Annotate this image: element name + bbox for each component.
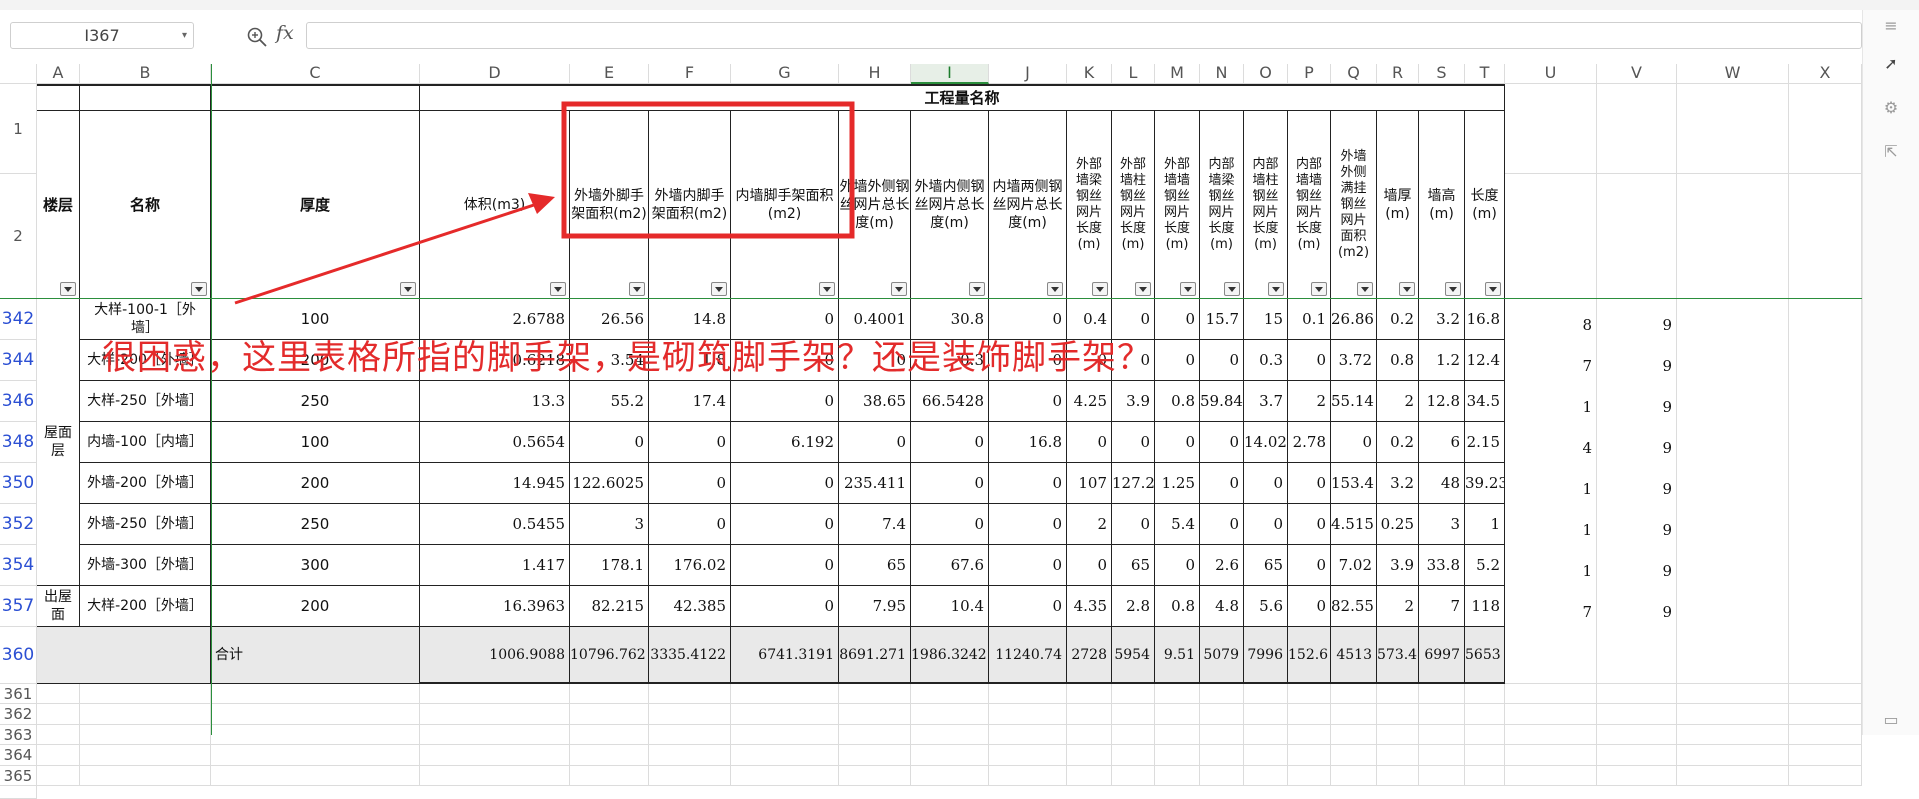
empty-cell[interactable]	[731, 766, 839, 786]
empty-cell[interactable]	[1244, 766, 1288, 786]
empty-cell[interactable]	[1377, 766, 1419, 786]
empty-cell[interactable]	[1505, 766, 1597, 786]
empty-cell[interactable]	[1155, 745, 1200, 766]
empty-cell[interactable]	[420, 745, 570, 766]
empty-cell[interactable]	[731, 745, 839, 766]
highlight-rectangle	[561, 101, 855, 239]
empty-cell[interactable]	[1155, 766, 1200, 786]
empty-cell[interactable]	[420, 766, 570, 786]
empty-cell[interactable]	[1200, 745, 1244, 766]
empty-cell[interactable]	[211, 745, 420, 766]
empty-cell[interactable]	[839, 745, 911, 766]
empty-cell[interactable]	[1112, 766, 1155, 786]
empty-cell[interactable]	[1419, 766, 1465, 786]
row-header[interactable]: 364	[0, 745, 37, 766]
empty-cell[interactable]	[37, 766, 80, 786]
row-header[interactable]	[0, 786, 37, 799]
empty-cell[interactable]	[1331, 766, 1377, 786]
empty-cell[interactable]	[839, 766, 911, 786]
annotation-arrow-line	[234, 201, 541, 305]
empty-cell[interactable]	[989, 766, 1067, 786]
empty-cell[interactable]	[1789, 766, 1862, 786]
empty-cell[interactable]	[1677, 766, 1789, 786]
empty-cell[interactable]	[570, 766, 649, 786]
empty-cell[interactable]	[1288, 745, 1331, 766]
empty-cell[interactable]	[80, 766, 211, 786]
empty-cell[interactable]	[1505, 745, 1597, 766]
empty-cell[interactable]	[1465, 745, 1505, 766]
empty-cell[interactable]	[570, 745, 649, 766]
empty-cell[interactable]	[1419, 745, 1465, 766]
empty-cell[interactable]	[1112, 745, 1155, 766]
empty-cell[interactable]	[211, 766, 420, 786]
empty-cell[interactable]	[649, 766, 731, 786]
empty-cell[interactable]	[1244, 745, 1288, 766]
empty-cell[interactable]	[911, 745, 989, 766]
empty-cell[interactable]	[1331, 745, 1377, 766]
empty-cell[interactable]	[1597, 745, 1677, 766]
empty-cell[interactable]	[1067, 766, 1112, 786]
empty-cell[interactable]	[1067, 745, 1112, 766]
empty-cell[interactable]	[1377, 745, 1419, 766]
empty-cell[interactable]	[1677, 745, 1789, 766]
empty-cell[interactable]	[1789, 745, 1862, 766]
empty-cell[interactable]	[649, 745, 731, 766]
empty-cell[interactable]	[1465, 766, 1505, 786]
empty-cell[interactable]	[911, 766, 989, 786]
empty-cell[interactable]	[1288, 766, 1331, 786]
empty-cell[interactable]	[1200, 766, 1244, 786]
annotation-text: 很困惑，这里表格所指的脚手架，是砌筑脚手架？还是装饰脚手架？	[102, 338, 1152, 378]
row-header[interactable]: 365	[0, 766, 37, 786]
empty-cell[interactable]	[80, 745, 211, 766]
empty-cell[interactable]	[1597, 766, 1677, 786]
empty-cell[interactable]	[37, 745, 80, 766]
empty-cell[interactable]	[989, 745, 1067, 766]
annotation-arrowhead	[528, 193, 555, 214]
